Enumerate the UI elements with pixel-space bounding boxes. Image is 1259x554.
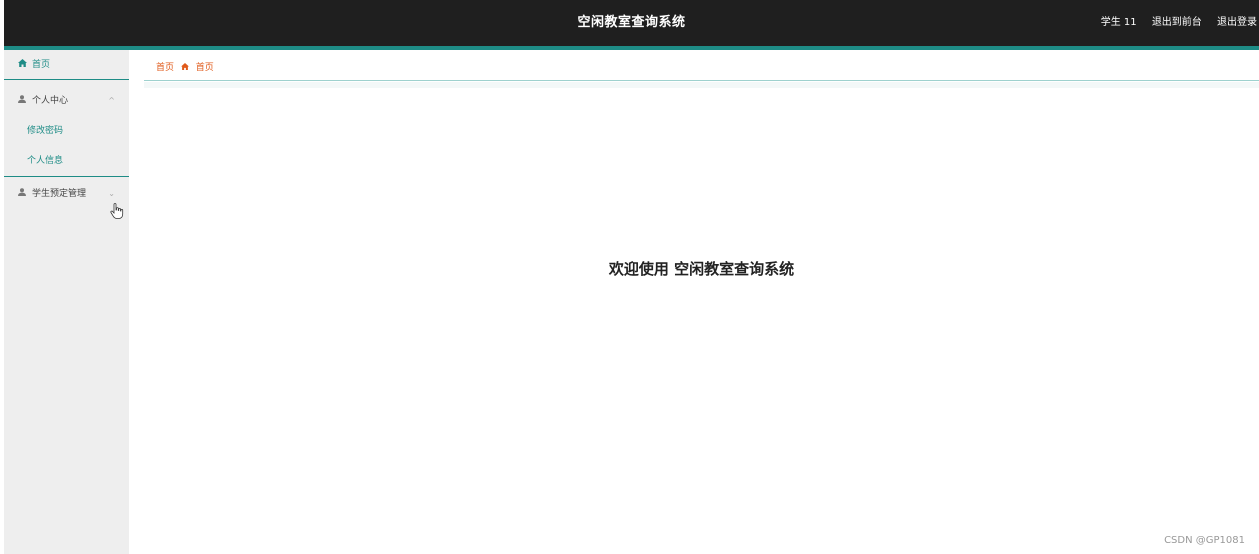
home-icon (16, 50, 28, 80)
sidebar-item-personal-center-label: 个人中心 (32, 96, 69, 106)
welcome-message: 欢迎使用 空闲教室查询系统 (608, 260, 795, 278)
header-accent-bar (4, 46, 1259, 50)
app-title: 空闲教室查询系统 (577, 15, 686, 30)
breadcrumb-root[interactable]: 首页 (156, 63, 174, 73)
logout-link[interactable]: 退出登录 (1217, 17, 1257, 28)
sidebar-item-home-label: 首页 (32, 60, 51, 70)
user-icon (16, 179, 28, 209)
sidebar-subitem-change-password[interactable]: 修改密码 (4, 116, 129, 146)
sidebar-item-personal-center[interactable]: 个人中心 ^ (4, 86, 129, 116)
chevron-up-icon: ^ (108, 96, 115, 105)
sidebar-item-booking-management-label: 学生预定管理 (32, 189, 87, 199)
breadcrumb-current: 首页 (195, 63, 214, 73)
user-icon (16, 86, 28, 116)
top-header: 空闲教室查询系统 学生 11 退出到前台 退出登录 (4, 0, 1259, 46)
watermark: CSDN @GP1081 (1164, 535, 1245, 546)
hand-cursor-icon (110, 203, 124, 219)
top-links: 学生 11 退出到前台 退出登录 (1089, 0, 1257, 46)
sidebar: 首页 个人中心 ^ 修改密码 个人信息 学生预定管理 ⌄ (4, 50, 129, 554)
current-user: 学生 11 (1100, 17, 1137, 28)
back-to-front-link[interactable]: 退出到前台 (1152, 17, 1202, 28)
sidebar-subitem-personal-info[interactable]: 个人信息 (4, 146, 129, 176)
sidebar-divider (4, 176, 129, 177)
content-subbar (144, 82, 1259, 88)
breadcrumb: 首页 首页 (144, 55, 1259, 81)
home-icon (180, 63, 192, 73)
sidebar-item-home[interactable]: 首页 (4, 50, 129, 80)
